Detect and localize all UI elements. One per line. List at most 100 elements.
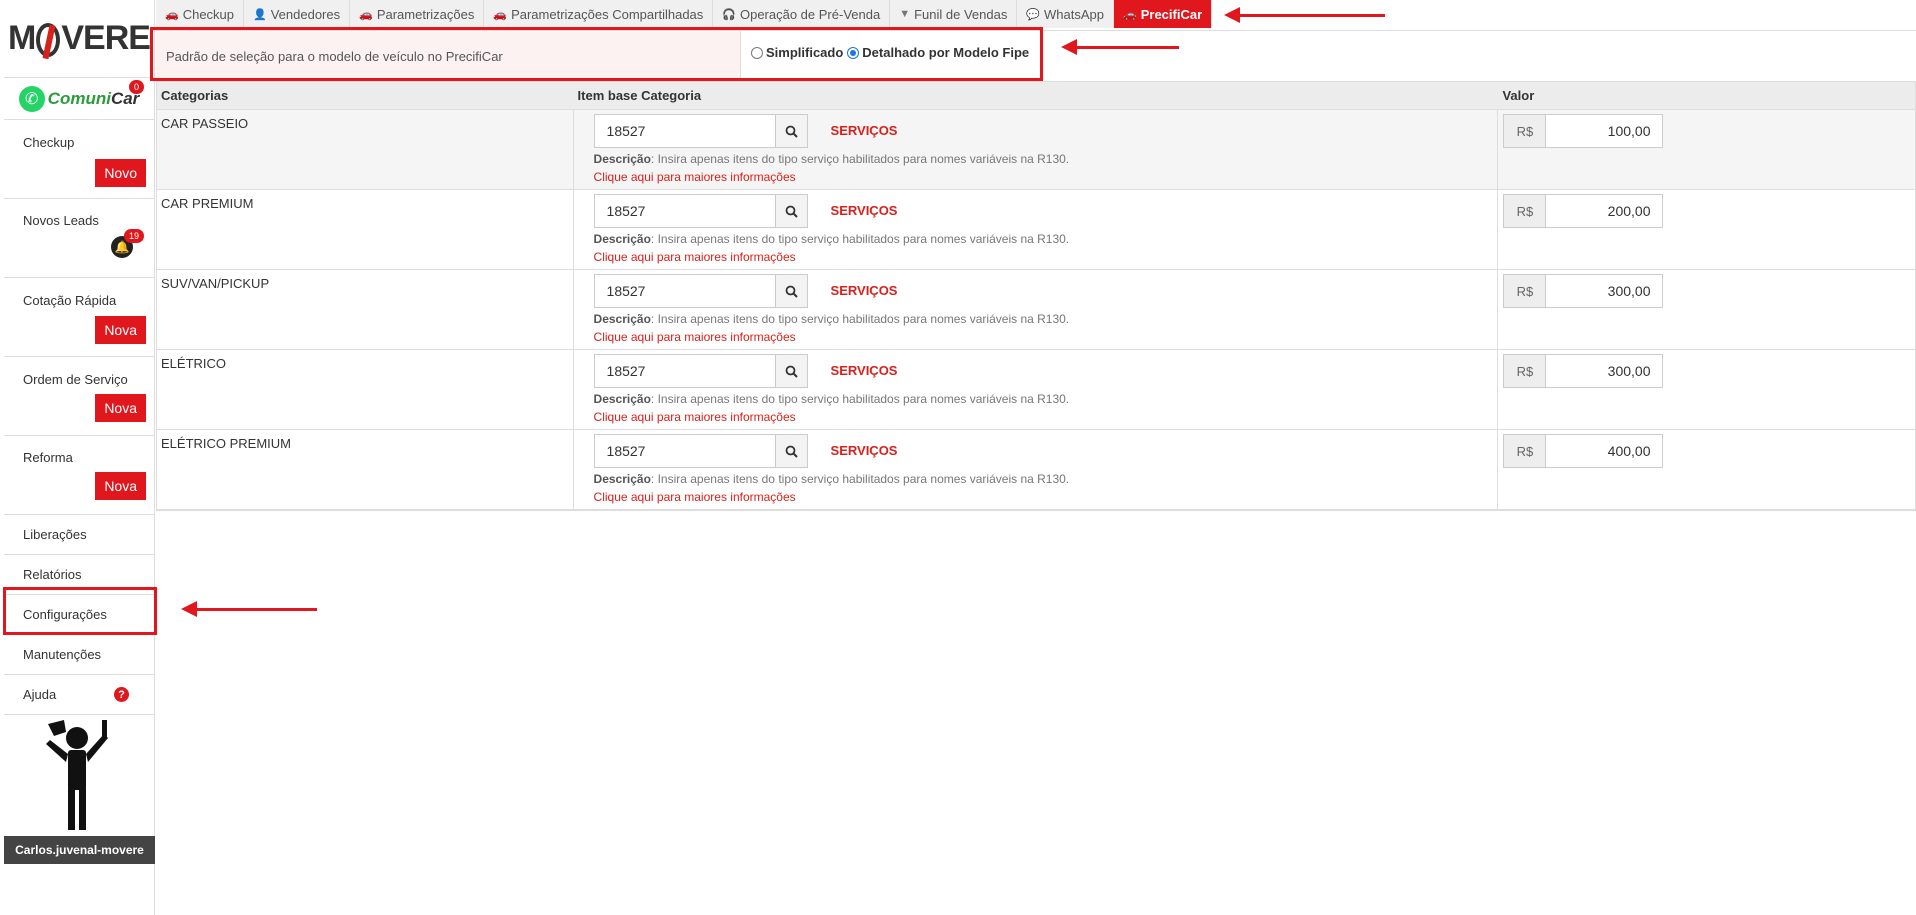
- tab-whatsapp[interactable]: 💬 WhatsApp: [1017, 0, 1115, 28]
- car-icon: 🚗: [493, 8, 508, 21]
- item-code-input[interactable]: 18527: [593, 274, 776, 308]
- comunicar-badge: 0: [129, 80, 145, 94]
- currency-prefix: R$: [1503, 434, 1547, 468]
- value-input[interactable]: 300,00: [1545, 354, 1664, 388]
- item-code-input[interactable]: 18527: [593, 434, 776, 468]
- item-description: Descrição: Insira apenas itens do tipo s…: [593, 232, 1070, 246]
- chat-icon: 💬: [1026, 8, 1041, 21]
- tab-parametrizacoes[interactable]: 🚗 Parametrizações: [350, 0, 485, 28]
- value-cell: R$ 300,00: [1498, 350, 1915, 429]
- item-description: Descrição: Insira apenas itens do tipo s…: [593, 152, 1070, 166]
- search-icon[interactable]: [774, 194, 808, 228]
- sidebar-leads: Novos Leads 🔔 19: [4, 199, 154, 278]
- value-input[interactable]: 400,00: [1545, 434, 1664, 468]
- value-input[interactable]: 100,00: [1545, 114, 1664, 148]
- category-cell: CAR PREMIUM: [157, 190, 574, 269]
- comunicar-label: ComuniCar: [47, 88, 140, 108]
- currency-prefix: R$: [1503, 114, 1547, 148]
- sidebar-cotacao-label[interactable]: Cotação Rápida: [4, 293, 116, 308]
- username-label[interactable]: Carlos.juvenal-movere: [4, 836, 155, 864]
- annotation-box-configuracoes: [3, 587, 157, 635]
- category-name: ELÉTRICO: [161, 356, 227, 371]
- table-row: SUV/VAN/PICKUP 18527 SERVIÇOS Descrição: In…: [157, 270, 1915, 350]
- sidebar-item-ajuda-label: Ajuda: [23, 687, 57, 702]
- tab-parametrizacoes-compartilhadas[interactable]: 🚗 Parametrizações Compartilhadas: [484, 0, 714, 28]
- item-cell: 18527 SERVIÇOS Descrição: Insira apenas it…: [574, 430, 1499, 509]
- value-cell: R$ 100,00: [1498, 110, 1915, 189]
- sidebar-leads-label[interactable]: Novos Leads: [4, 213, 99, 228]
- app-root: M VERE ✆ ComuniCar 0 Checkup Novo Novos L…: [0, 0, 1916, 915]
- sidebar-reforma-label[interactable]: Reforma: [4, 450, 73, 465]
- sidebar: M VERE ✆ ComuniCar 0 Checkup Novo Novos L…: [4, 0, 155, 915]
- currency-prefix: R$: [1503, 354, 1547, 388]
- checkup-new-button[interactable]: Novo: [95, 159, 146, 187]
- annotation-arrow-setting: [1061, 39, 1179, 55]
- more-info-link[interactable]: Clique aqui para maiores informações: [594, 410, 796, 424]
- more-info-link[interactable]: Clique aqui para maiores informações: [594, 250, 796, 264]
- annotation-arrow-configuracoes: [181, 601, 317, 617]
- search-icon[interactable]: [774, 274, 808, 308]
- item-description: Descrição: Insira apenas itens do tipo s…: [593, 312, 1070, 326]
- item-code-input[interactable]: 18527: [593, 194, 776, 228]
- ordem-new-button[interactable]: Nova: [95, 394, 146, 422]
- item-type-label: SERVIÇOS: [830, 283, 898, 298]
- tab-vendedores[interactable]: 👤 Vendedores: [244, 0, 351, 28]
- car-icon: 🚗: [1123, 8, 1137, 21]
- car-icon: 🚗: [359, 8, 373, 21]
- sidebar-checkup-label[interactable]: Checkup: [4, 135, 74, 150]
- sidebar-checkup: Checkup Novo: [4, 120, 154, 199]
- category-cell: ELÉTRICO PREMIUM: [157, 430, 574, 509]
- item-code-input[interactable]: 18527: [593, 354, 776, 388]
- annotation-arrow-tabs: [1224, 7, 1385, 23]
- item-type-label: SERVIÇOS: [830, 363, 898, 378]
- item-cell: 18527 SERVIÇOS Descrição: Insira apenas it…: [574, 350, 1499, 429]
- sidebar-item-ajuda[interactable]: Ajuda ?: [4, 675, 154, 715]
- currency-prefix: R$: [1503, 274, 1547, 308]
- search-icon[interactable]: [774, 114, 808, 148]
- value-input[interactable]: 200,00: [1545, 194, 1664, 228]
- sidebar-item-manutencoes[interactable]: Manutenções: [4, 635, 154, 675]
- header-categories: Categorias: [161, 88, 229, 103]
- sidebar-reforma: Reforma Nova: [4, 436, 154, 515]
- more-info-link[interactable]: Clique aqui para maiores informações: [594, 170, 796, 184]
- leads-badge: 19: [124, 229, 145, 243]
- comunicar-button[interactable]: ✆ ComuniCar 0: [4, 78, 154, 120]
- search-icon[interactable]: [774, 434, 808, 468]
- item-cell: 18527 SERVIÇOS Descrição: Insira apenas it…: [574, 110, 1499, 189]
- table-row: CAR PREMIUM 18527 SERVIÇOS Descrição: Insir…: [157, 190, 1915, 270]
- more-info-link[interactable]: Clique aqui para maiores informações: [594, 330, 796, 344]
- sidebar-ordem-label[interactable]: Ordem de Serviço: [4, 372, 128, 387]
- tab-funil-vendas[interactable]: ▼ Funil de Vendas: [890, 0, 1018, 28]
- table-row: ELÉTRICO PREMIUM 18527 SERVIÇOS Descrição: …: [157, 430, 1915, 510]
- whatsapp-icon: ✆: [18, 85, 45, 112]
- item-type-label: SERVIÇOS: [830, 203, 898, 218]
- item-description: Descrição: Insira apenas itens do tipo s…: [593, 472, 1070, 486]
- value-cell: R$ 200,00: [1498, 190, 1915, 269]
- value-input[interactable]: 300,00: [1545, 274, 1664, 308]
- annotation-box-setting: [150, 27, 1043, 81]
- category-cell: CAR PASSEIO: [157, 110, 574, 189]
- logo[interactable]: M VERE: [4, 0, 154, 78]
- sidebar-cotacao: Cotação Rápida Nova: [4, 278, 154, 357]
- tab-checkup[interactable]: 🚗 Checkup: [156, 0, 245, 28]
- category-name: ELÉTRICO PREMIUM: [161, 436, 292, 451]
- more-info-link[interactable]: Clique aqui para maiores informações: [594, 490, 796, 504]
- table-header: Categorias Item base Categoria Valor: [157, 82, 1915, 110]
- table-row: CAR PASSEIO 18527 SERVIÇOS Descrição: Insir…: [157, 110, 1915, 190]
- item-description: Descrição: Insira apenas itens do tipo s…: [593, 392, 1070, 406]
- item-code-input[interactable]: 18527: [593, 114, 776, 148]
- table-row: ELÉTRICO 18527 SERVIÇOS Descrição: Insira a…: [157, 350, 1915, 430]
- item-type-label: SERVIÇOS: [830, 443, 898, 458]
- reforma-new-button[interactable]: Nova: [95, 472, 146, 500]
- table-body: CAR PASSEIO 18527 SERVIÇOS Descrição: Insir…: [157, 110, 1915, 510]
- tab-precificar[interactable]: 🚗 PrecifiCar: [1114, 0, 1213, 28]
- search-icon[interactable]: [774, 354, 808, 388]
- filter-icon: ▼: [899, 8, 911, 20]
- value-cell: R$ 400,00: [1498, 430, 1915, 509]
- tab-operacao-pre-venda[interactable]: 🎧 Operação de Pré-Venda: [713, 0, 891, 28]
- cotacao-new-button[interactable]: Nova: [95, 316, 146, 344]
- value-cell: R$ 300,00: [1498, 270, 1915, 349]
- logo-text: M VERE: [8, 19, 151, 58]
- header-value: Valor: [1502, 88, 1535, 103]
- sidebar-item-liberacoes[interactable]: Liberações: [4, 515, 154, 555]
